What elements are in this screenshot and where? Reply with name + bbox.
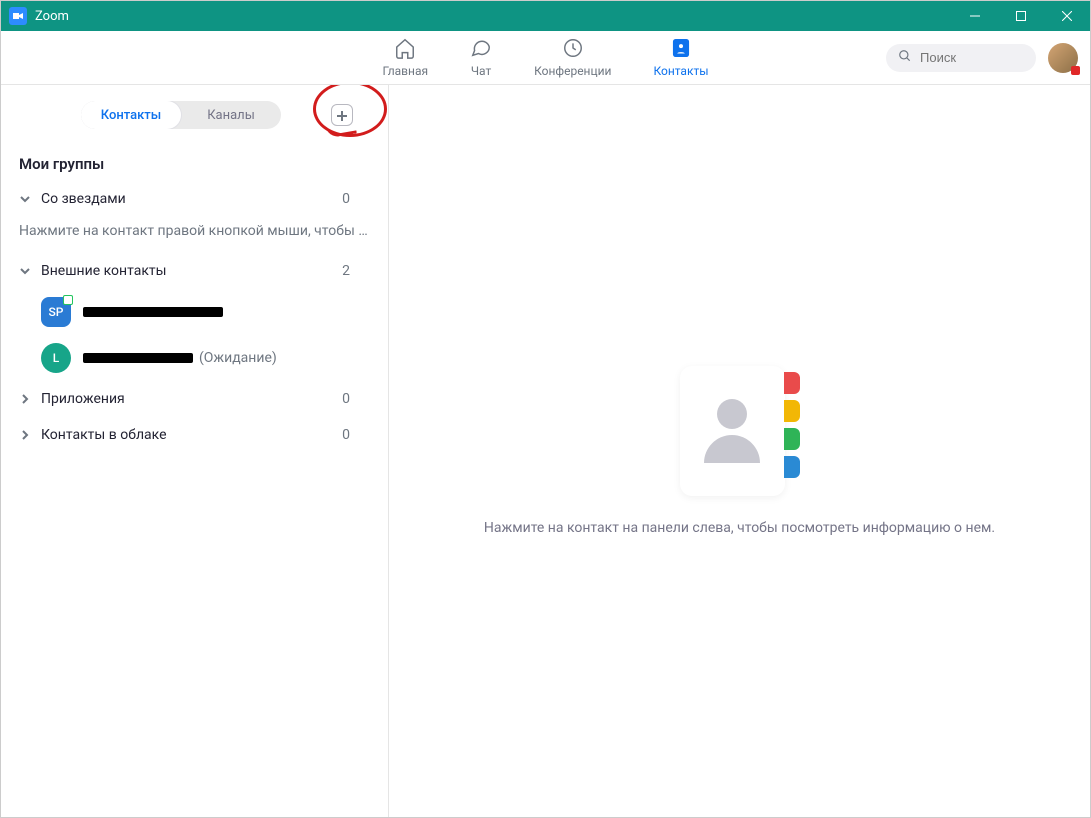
group-cloud-count: 0 [342, 427, 350, 443]
empty-contact-illustration [680, 366, 800, 496]
chat-icon [470, 37, 492, 62]
nav-meetings[interactable]: Конференции [528, 37, 617, 78]
group-starred-label: Со звездами [41, 191, 126, 207]
search-icon [898, 48, 912, 67]
user-avatar[interactable] [1048, 43, 1078, 73]
group-apps-count: 0 [342, 391, 350, 407]
contact-initials: SP [49, 305, 64, 319]
empty-state-text: Нажмите на контакт на панели слева, чтоб… [444, 520, 1035, 536]
group-external[interactable]: Внешние контакты 2 [1, 253, 388, 289]
chevron-right-icon [19, 393, 31, 405]
clock-icon [562, 37, 584, 62]
redacted-name [83, 307, 223, 317]
close-button[interactable] [1044, 1, 1090, 31]
chevron-down-icon [19, 193, 31, 205]
group-cloud-label: Контакты в облаке [41, 427, 167, 443]
home-icon [394, 37, 416, 62]
nav-meetings-label: Конференции [534, 64, 611, 78]
contact-initials: L [53, 351, 59, 365]
nav-chat[interactable]: Чат [464, 37, 498, 78]
group-apps[interactable]: Приложения 0 [1, 381, 388, 417]
sidebar-tabs: Контакты Каналы [81, 101, 281, 129]
presence-indicator [63, 295, 73, 305]
contact-avatar: L [41, 343, 71, 373]
group-apps-label: Приложения [41, 391, 125, 407]
nav-chat-label: Чат [471, 64, 491, 78]
group-external-label: Внешние контакты [41, 263, 167, 279]
app-window: Zoom Главная Чат [0, 0, 1091, 818]
nav-contacts[interactable]: Контакты [647, 37, 714, 78]
redacted-name [83, 353, 193, 363]
nav-home[interactable]: Главная [376, 37, 434, 78]
top-toolbar: Главная Чат Конференции Контакты [1, 31, 1090, 85]
chevron-right-icon [19, 429, 31, 441]
contact-item[interactable]: SP [1, 289, 388, 335]
contact-avatar: SP [41, 297, 71, 327]
plus-icon [337, 106, 347, 125]
window-title: Zoom [35, 9, 69, 24]
sidebar-heading: Мои группы [1, 145, 388, 181]
nav-home-label: Главная [382, 64, 428, 78]
titlebar: Zoom [1, 1, 1090, 31]
search-input-wrap[interactable] [886, 44, 1036, 72]
sidebar-tab-channels[interactable]: Каналы [181, 101, 281, 129]
zoom-logo-icon [9, 7, 27, 25]
sidebar-tab-contacts[interactable]: Контакты [81, 101, 181, 129]
nav-contacts-label: Контакты [653, 64, 708, 78]
minimize-button[interactable] [952, 1, 998, 31]
add-contact-button[interactable] [331, 104, 353, 126]
maximize-button[interactable] [998, 1, 1044, 31]
sidebar: Контакты Каналы Мои группы Со звезда [1, 85, 389, 817]
contact-pending-label: (Ожидание) [199, 350, 277, 366]
detail-pane: Нажмите на контакт на панели слева, чтоб… [389, 85, 1090, 817]
group-cloud[interactable]: Контакты в облаке 0 [1, 417, 388, 453]
search-input[interactable] [918, 49, 1024, 66]
group-starred[interactable]: Со звездами 0 [1, 181, 388, 217]
main-nav: Главная Чат Конференции Контакты [376, 37, 714, 78]
contact-icon [670, 37, 692, 62]
contact-item[interactable]: L (Ожидание) [1, 335, 388, 381]
chevron-down-icon [19, 265, 31, 277]
group-starred-count: 0 [342, 191, 350, 207]
group-external-count: 2 [342, 263, 350, 279]
starred-hint: Нажмите на контакт правой кнопкой мыши, … [1, 217, 388, 253]
